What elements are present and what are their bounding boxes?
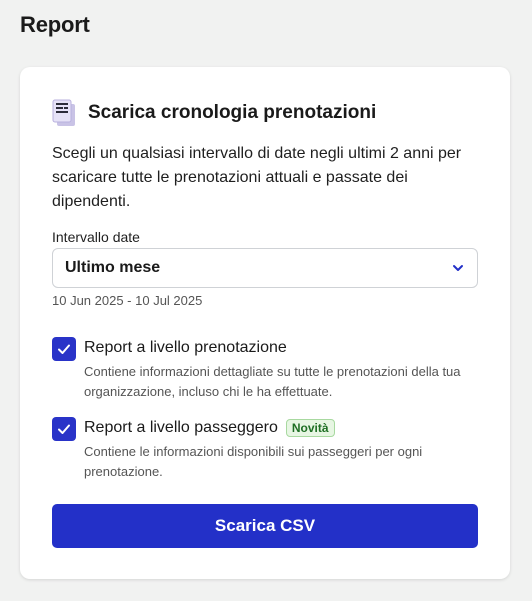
booking-level-checkbox[interactable] — [52, 337, 76, 361]
date-range-text: 10 Jun 2025 - 10 Jul 2025 — [52, 293, 203, 308]
booking-level-label: Report a livello prenotazione — [84, 337, 484, 359]
option-booking-level: Report a livello prenotazione Contiene i… — [52, 337, 484, 402]
card-header: Scarica cronologia prenotazioni — [52, 99, 376, 127]
date-range-selected-value: Ultimo mese — [65, 259, 161, 276]
document-icon — [52, 99, 75, 126]
date-range-select[interactable]: Ultimo mese — [52, 248, 478, 288]
new-badge: Novità — [285, 419, 335, 437]
card-description: Scegli un qualsiasi intervallo di date n… — [52, 145, 462, 210]
chevron-down-icon — [453, 265, 463, 271]
checkmark-icon — [58, 344, 70, 354]
card-title: Scarica cronologia prenotazioni — [88, 102, 377, 123]
date-range-label: Intervallo date — [52, 229, 140, 245]
passenger-level-description: Contiene le informazioni disponibili sui… — [84, 444, 423, 479]
passenger-level-label: Report a livello passeggero Novità — [84, 417, 484, 439]
booking-level-description: Contiene informazioni dettagliate su tut… — [84, 364, 461, 399]
option-passenger-level: Report a livello passeggero Novità Conti… — [52, 417, 484, 482]
passenger-level-title: Report a livello passeggero — [84, 419, 278, 436]
download-csv-button[interactable]: Scarica CSV — [52, 504, 478, 548]
checkmark-icon — [58, 424, 70, 434]
booking-level-title: Report a livello prenotazione — [84, 339, 287, 356]
download-history-card: Scarica cronologia prenotazioni Scegli u… — [20, 67, 510, 579]
page-title: Report — [20, 12, 90, 37]
passenger-level-checkbox[interactable] — [52, 417, 76, 441]
